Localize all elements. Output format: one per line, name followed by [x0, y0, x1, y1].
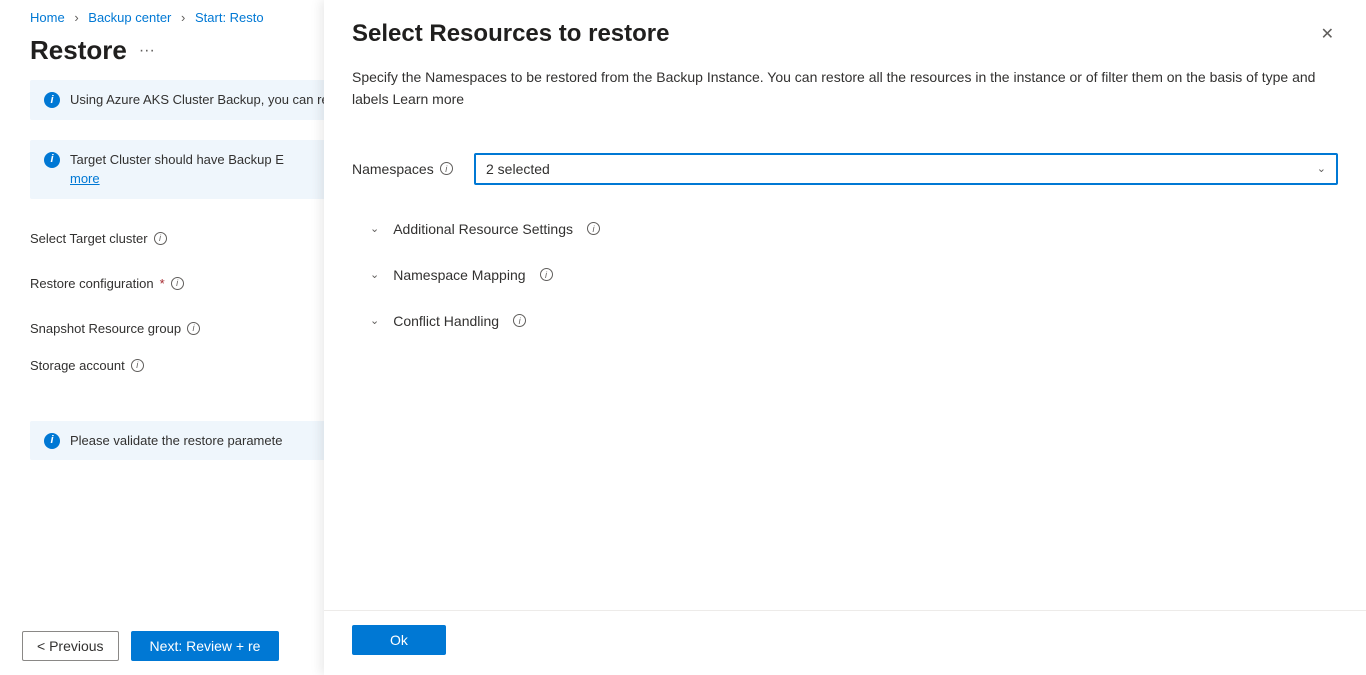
- more-icon[interactable]: ···: [139, 42, 155, 60]
- chevron-down-icon: ⌄: [1317, 162, 1326, 175]
- close-icon[interactable]: ✕: [1317, 20, 1338, 48]
- namespaces-label: Namespaces i: [352, 161, 462, 177]
- info-icon[interactable]: i: [131, 359, 144, 372]
- expander-label: Additional Resource Settings: [393, 221, 573, 237]
- breadcrumb-start-restore[interactable]: Start: Resto: [195, 10, 264, 25]
- label-snapshot-rg: Snapshot Resource group: [30, 321, 181, 336]
- expander-conflict-handling[interactable]: ⌄ Conflict Handling i: [352, 303, 1338, 339]
- required-asterisk: *: [160, 276, 165, 291]
- page-title: Restore: [30, 35, 127, 66]
- label-select-target: Select Target cluster: [30, 231, 148, 246]
- expander-label: Namespace Mapping: [393, 267, 525, 283]
- breadcrumb-backup-center[interactable]: Backup center: [88, 10, 171, 25]
- panel-title: Select Resources to restore: [352, 20, 669, 48]
- info-icon[interactable]: i: [540, 268, 553, 281]
- ok-button[interactable]: Ok: [352, 625, 446, 655]
- expander-additional-resource-settings[interactable]: ⌄ Additional Resource Settings i: [352, 211, 1338, 247]
- panel-description: Specify the Namespaces to be restored fr…: [352, 66, 1338, 111]
- info-icon[interactable]: i: [154, 232, 167, 245]
- info-icon[interactable]: i: [513, 314, 526, 327]
- select-resources-panel: Select Resources to restore ✕ Specify th…: [324, 0, 1366, 675]
- learn-more-link[interactable]: more: [70, 171, 100, 186]
- info-text: Target Cluster should have Backup E more: [70, 150, 284, 189]
- info-icon: i: [44, 433, 60, 449]
- info-icon[interactable]: i: [587, 222, 600, 235]
- namespaces-value: 2 selected: [486, 161, 550, 177]
- info-icon[interactable]: i: [171, 277, 184, 290]
- breadcrumb-home[interactable]: Home: [30, 10, 65, 25]
- info-icon[interactable]: i: [440, 162, 453, 175]
- info-icon: i: [44, 92, 60, 108]
- info-icon: i: [44, 152, 60, 168]
- label-restore-config: Restore configuration: [30, 276, 154, 291]
- expander-label: Conflict Handling: [393, 313, 499, 329]
- info-text: Please validate the restore paramete: [70, 431, 282, 451]
- chevron-down-icon: ⌄: [370, 222, 379, 235]
- label-storage-account: Storage account: [30, 358, 125, 373]
- expander-namespace-mapping[interactable]: ⌄ Namespace Mapping i: [352, 257, 1338, 293]
- chevron-right-icon: ›: [74, 10, 78, 25]
- namespaces-dropdown[interactable]: 2 selected ⌄: [474, 153, 1338, 185]
- chevron-right-icon: ›: [181, 10, 185, 25]
- info-icon[interactable]: i: [187, 322, 200, 335]
- previous-button[interactable]: < Previous: [22, 631, 119, 661]
- chevron-down-icon: ⌄: [370, 314, 379, 327]
- next-button[interactable]: Next: Review + re: [131, 631, 280, 661]
- chevron-down-icon: ⌄: [370, 268, 379, 281]
